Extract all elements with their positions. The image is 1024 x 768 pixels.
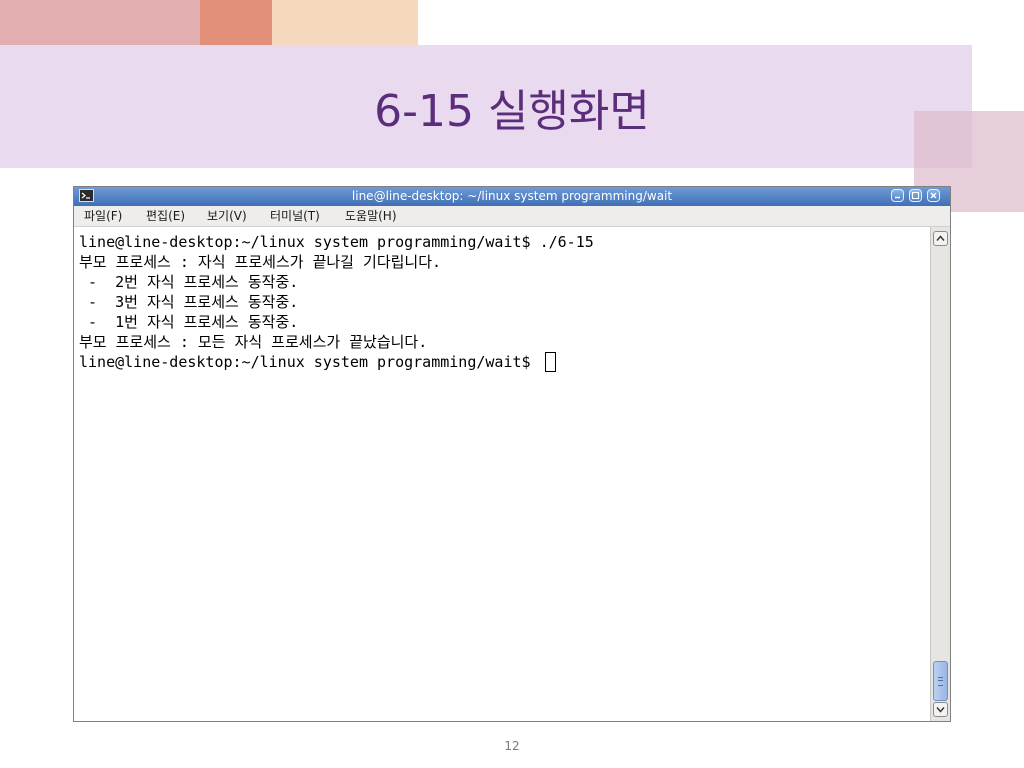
scrollbar-thumb[interactable] [933, 661, 948, 701]
terminal-prompt-line[interactable]: line@line-desktop:~/linux system program… [79, 352, 556, 372]
grip-icon [938, 677, 943, 686]
slide-title: 6-15 실행화면 [374, 86, 650, 137]
menu-bar: 파일(F) 편집(E) 보기(V) 터미널(T) 도움말(H) [74, 206, 950, 227]
terminal-line: line@line-desktop:~/linux system program… [79, 233, 594, 251]
vertical-scrollbar[interactable] [930, 227, 950, 721]
terminal-line: 부모 프로세스 : 모든 자식 프로세스가 끝났습니다. [79, 333, 428, 351]
terminal-prompt: line@line-desktop:~/linux system program… [79, 353, 540, 371]
window-titlebar[interactable]: line@line-desktop: ~/linux system progra… [74, 187, 950, 206]
arrow-down-icon [936, 707, 945, 713]
menu-file[interactable]: 파일(F) [84, 206, 122, 227]
scroll-up-button[interactable] [933, 231, 948, 246]
close-icon [930, 192, 937, 199]
window-title: line@line-desktop: ~/linux system progra… [351, 189, 673, 203]
menu-view[interactable]: 보기(V) [207, 206, 247, 227]
terminal-line: - 2번 자식 프로세스 동작중. [79, 273, 299, 291]
maximize-icon [911, 191, 920, 200]
menu-help[interactable]: 도움말(H) [345, 206, 397, 227]
arrow-up-icon [936, 235, 945, 241]
page-number: 12 [504, 739, 520, 753]
minimize-button[interactable] [891, 189, 904, 202]
close-button[interactable] [927, 189, 940, 202]
terminal-line: - 3번 자식 프로세스 동작중. [79, 293, 299, 311]
scroll-down-button[interactable] [933, 702, 948, 717]
terminal-line: - 1번 자식 프로세스 동작중. [79, 313, 299, 331]
terminal-line: 부모 프로세스 : 자식 프로세스가 끝나길 기다립니다. [79, 253, 442, 271]
minimize-icon [895, 196, 900, 199]
maximize-button[interactable] [909, 189, 922, 202]
terminal-output[interactable]: line@line-desktop:~/linux system program… [74, 227, 930, 721]
menu-edit[interactable]: 편집(E) [146, 206, 185, 227]
terminal-window: line@line-desktop: ~/linux system progra… [73, 186, 951, 722]
menu-terminal[interactable]: 터미널(T) [270, 206, 320, 227]
text-cursor [544, 352, 556, 372]
